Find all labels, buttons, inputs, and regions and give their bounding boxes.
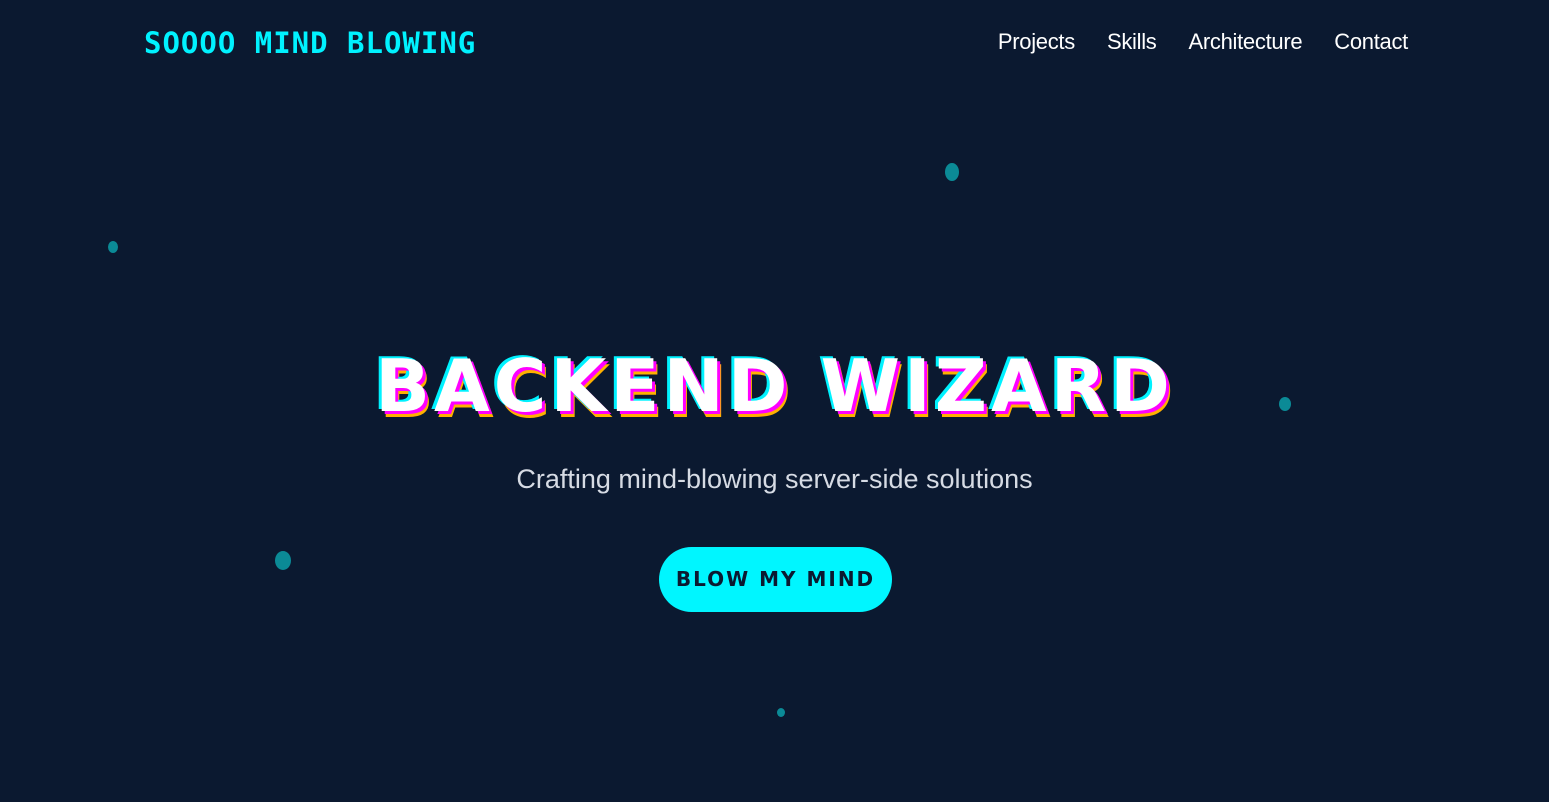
page: SOOOO MIND BLOWING Projects Skills Archi… bbox=[0, 0, 1549, 802]
floating-particle bbox=[777, 708, 785, 717]
nav-link-skills[interactable]: Skills bbox=[1107, 28, 1157, 56]
floating-particle bbox=[275, 551, 291, 570]
floating-particle bbox=[108, 241, 118, 253]
nav-link-projects[interactable]: Projects bbox=[998, 28, 1075, 56]
floating-particle bbox=[945, 163, 959, 181]
site-header: SOOOO MIND BLOWING Projects Skills Archi… bbox=[0, 0, 1549, 86]
nav-link-architecture[interactable]: Architecture bbox=[1189, 28, 1303, 56]
hero-title: BACKEND WIZARD bbox=[375, 344, 1174, 428]
hero-subtitle: Crafting mind-blowing server-side soluti… bbox=[516, 464, 1033, 494]
site-logo[interactable]: SOOOO MIND BLOWING bbox=[144, 26, 476, 60]
blow-my-mind-button[interactable]: BLOW MY MIND bbox=[659, 547, 892, 612]
main-nav: Projects Skills Architecture Contact bbox=[998, 28, 1408, 56]
nav-link-contact[interactable]: Contact bbox=[1334, 28, 1408, 56]
